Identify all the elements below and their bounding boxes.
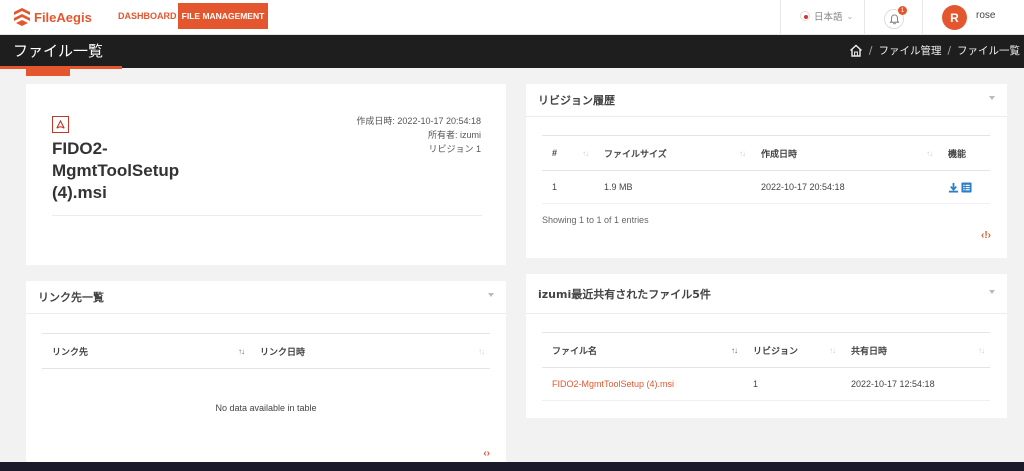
sort-icon[interactable]: ↑↓ — [829, 346, 836, 355]
revision-value: 1 — [475, 144, 481, 154]
page-title: ファイル一覧 — [13, 42, 104, 60]
logo[interactable]: FileAegis — [14, 8, 92, 26]
col-shared-date[interactable]: 共有日時 ↑↓ — [841, 332, 990, 368]
revision-meta: リビジョン 1 — [428, 142, 481, 155]
logo-text: FileAegis — [34, 9, 92, 25]
list-icon[interactable] — [961, 182, 972, 193]
links-card: リンク先一覧 リンク先 ↑↓ リンク日時 ↑↓ No data available … — [26, 281, 506, 462]
created-value: 2022-10-17 20:54:18 — [397, 116, 481, 126]
nav-divider — [864, 0, 865, 35]
owner-value: izumi — [459, 130, 481, 140]
links-table: リンク先 ↑↓ リンク日時 ↑↓ No data available in tabl… — [42, 333, 490, 447]
nav-file-management[interactable]: FILE MANAGEMENT — [178, 3, 268, 29]
chevron-down-icon[interactable] — [989, 290, 995, 294]
card-divider — [52, 215, 482, 216]
created-meta: 作成日時: 2022-10-17 20:54:18 — [356, 116, 481, 126]
username[interactable]: rose — [976, 10, 995, 21]
download-icon[interactable] — [948, 182, 959, 193]
sort-icon[interactable]: ↑↓ — [926, 149, 933, 158]
revision-num: 1 — [542, 170, 594, 204]
table-row: 1 1.9 MB 2022-10-17 20:54:18 — [542, 170, 990, 204]
revision-history-card: リビジョン履歴 # ↑↓ ファイルサイズ ↑↓ 作成日時 ↑↓ 機能 1 1.9 MB… — [526, 84, 1007, 258]
language-label: 日本語 — [814, 12, 843, 23]
recent-shared-table: ファイル名 ↑↓ リビジョン ↑↓ 共有日時 ↑↓ FIDO2-MgmtToolSet… — [542, 332, 990, 401]
breadcrumb: / ファイル管理 / ファイル一覧 — [849, 43, 1020, 58]
sort-icon[interactable]: ↑↓ — [731, 346, 738, 355]
links-header[interactable]: リンク先一覧 — [26, 281, 506, 314]
revision-history-title: リビジョン履歴 — [538, 94, 615, 107]
revision-history-header[interactable]: リビジョン履歴 — [526, 84, 1007, 117]
col-link-date[interactable]: リンク日時 ↑↓ — [250, 333, 490, 369]
recent-shared-header[interactable]: izumi最近共有されたファイル5件 — [526, 274, 1007, 314]
home-icon[interactable] — [849, 44, 863, 57]
revision-label: リビジョン — [428, 144, 474, 154]
shared-file-link[interactable]: FIDO2-MgmtToolSetup (4).msi — [542, 367, 743, 401]
notification-badge: 1 — [898, 6, 907, 15]
taskbar-strip — [0, 462, 1024, 471]
shared-revision: 1 — [743, 367, 841, 401]
avatar[interactable]: R — [942, 5, 967, 30]
file-name-line: MgmtToolSetup — [52, 161, 180, 180]
breadcrumb-file-list: ファイル一覧 — [957, 45, 1020, 57]
links-title: リンク先一覧 — [38, 291, 104, 304]
empty-message: No data available in table — [215, 402, 317, 413]
col-num[interactable]: # ↑↓ — [542, 135, 594, 171]
recent-shared-card: izumi最近共有されたファイル5件 ファイル名 ↑↓ リビジョン ↑↓ 共有日時 ↑… — [526, 274, 1007, 418]
file-name: FIDO2- MgmtToolSetup (4).msi — [52, 138, 217, 204]
breadcrumb-separator: / — [947, 44, 951, 57]
file-name-line: (4).msi — [52, 183, 107, 202]
entries-info: Showing 1 to 1 of 1 entries — [542, 215, 649, 225]
breadcrumb-separator: / — [868, 44, 873, 57]
nav-divider — [780, 0, 781, 35]
chevron-down-icon: ⌄ — [846, 11, 854, 21]
nav-dashboard[interactable]: DASHBOARD — [118, 11, 177, 21]
language-selector[interactable]: 日本語 ⌄ — [800, 9, 853, 23]
created-label: 作成日時 — [356, 116, 393, 126]
chevron-down-icon[interactable] — [989, 96, 995, 100]
bell-icon — [889, 13, 899, 24]
pdf-icon — [52, 116, 69, 133]
table-row: FIDO2-MgmtToolSetup (4).msi 1 2022-10-17… — [542, 367, 990, 401]
nav-divider — [922, 0, 923, 35]
sort-icon[interactable]: ↑↓ — [582, 149, 589, 158]
col-created[interactable]: 作成日時 ↑↓ — [751, 135, 938, 171]
top-navbar: FileAegis DASHBOARD FILE MANAGEMENT 日本語 … — [0, 0, 1024, 35]
links-table-wrap: リンク先 ↑↓ リンク日時 ↑↓ No data available in tabl… — [42, 333, 490, 447]
chevron-down-icon[interactable] — [488, 293, 494, 297]
owner-label: 所有者 — [427, 130, 455, 140]
revision-created: 2022-10-17 20:54:18 — [751, 170, 938, 204]
revision-table-wrap: # ↑↓ ファイルサイズ ↑↓ 作成日時 ↑↓ 機能 1 1.9 MB 2022-10… — [542, 135, 990, 204]
sort-icon[interactable]: ↑↓ — [238, 347, 245, 356]
col-revision[interactable]: リビジョン ↑↓ — [743, 332, 841, 368]
col-link-target[interactable]: リンク先 ↑↓ — [42, 333, 250, 369]
breadcrumb-file-management[interactable]: ファイル管理 — [878, 43, 941, 58]
col-file-name[interactable]: ファイル名 ↑↓ — [542, 332, 743, 368]
card-accent-tab — [26, 68, 70, 76]
revision-size: 1.9 MB — [594, 170, 751, 204]
shared-date: 2022-10-17 12:54:18 — [841, 367, 990, 401]
recent-shared-title: izumi最近共有されたファイル5件 — [538, 287, 711, 301]
col-file-size[interactable]: ファイルサイズ ↑↓ — [594, 135, 751, 171]
revision-actions — [938, 170, 990, 204]
col-actions: 機能 — [938, 135, 990, 171]
owner-meta: 所有者: izumi — [427, 130, 481, 140]
revision-table: # ↑↓ ファイルサイズ ↑↓ 作成日時 ↑↓ 機能 1 1.9 MB 2022-10… — [542, 135, 990, 204]
logo-icon — [14, 8, 30, 26]
flag-icon — [800, 11, 810, 21]
sort-icon[interactable]: ↑↓ — [978, 346, 985, 355]
sort-icon[interactable]: ↑↓ — [739, 149, 746, 158]
sort-icon[interactable]: ↑↓ — [478, 347, 485, 356]
table-row: No data available in table — [42, 369, 490, 447]
pager-icon[interactable]: ‹› — [483, 448, 490, 459]
pager-icon[interactable]: ‹!› — [981, 230, 991, 241]
file-name-line: FIDO2- — [52, 139, 108, 158]
recent-shared-table-wrap: ファイル名 ↑↓ リビジョン ↑↓ 共有日時 ↑↓ FIDO2-MgmtToolSet… — [542, 332, 990, 401]
